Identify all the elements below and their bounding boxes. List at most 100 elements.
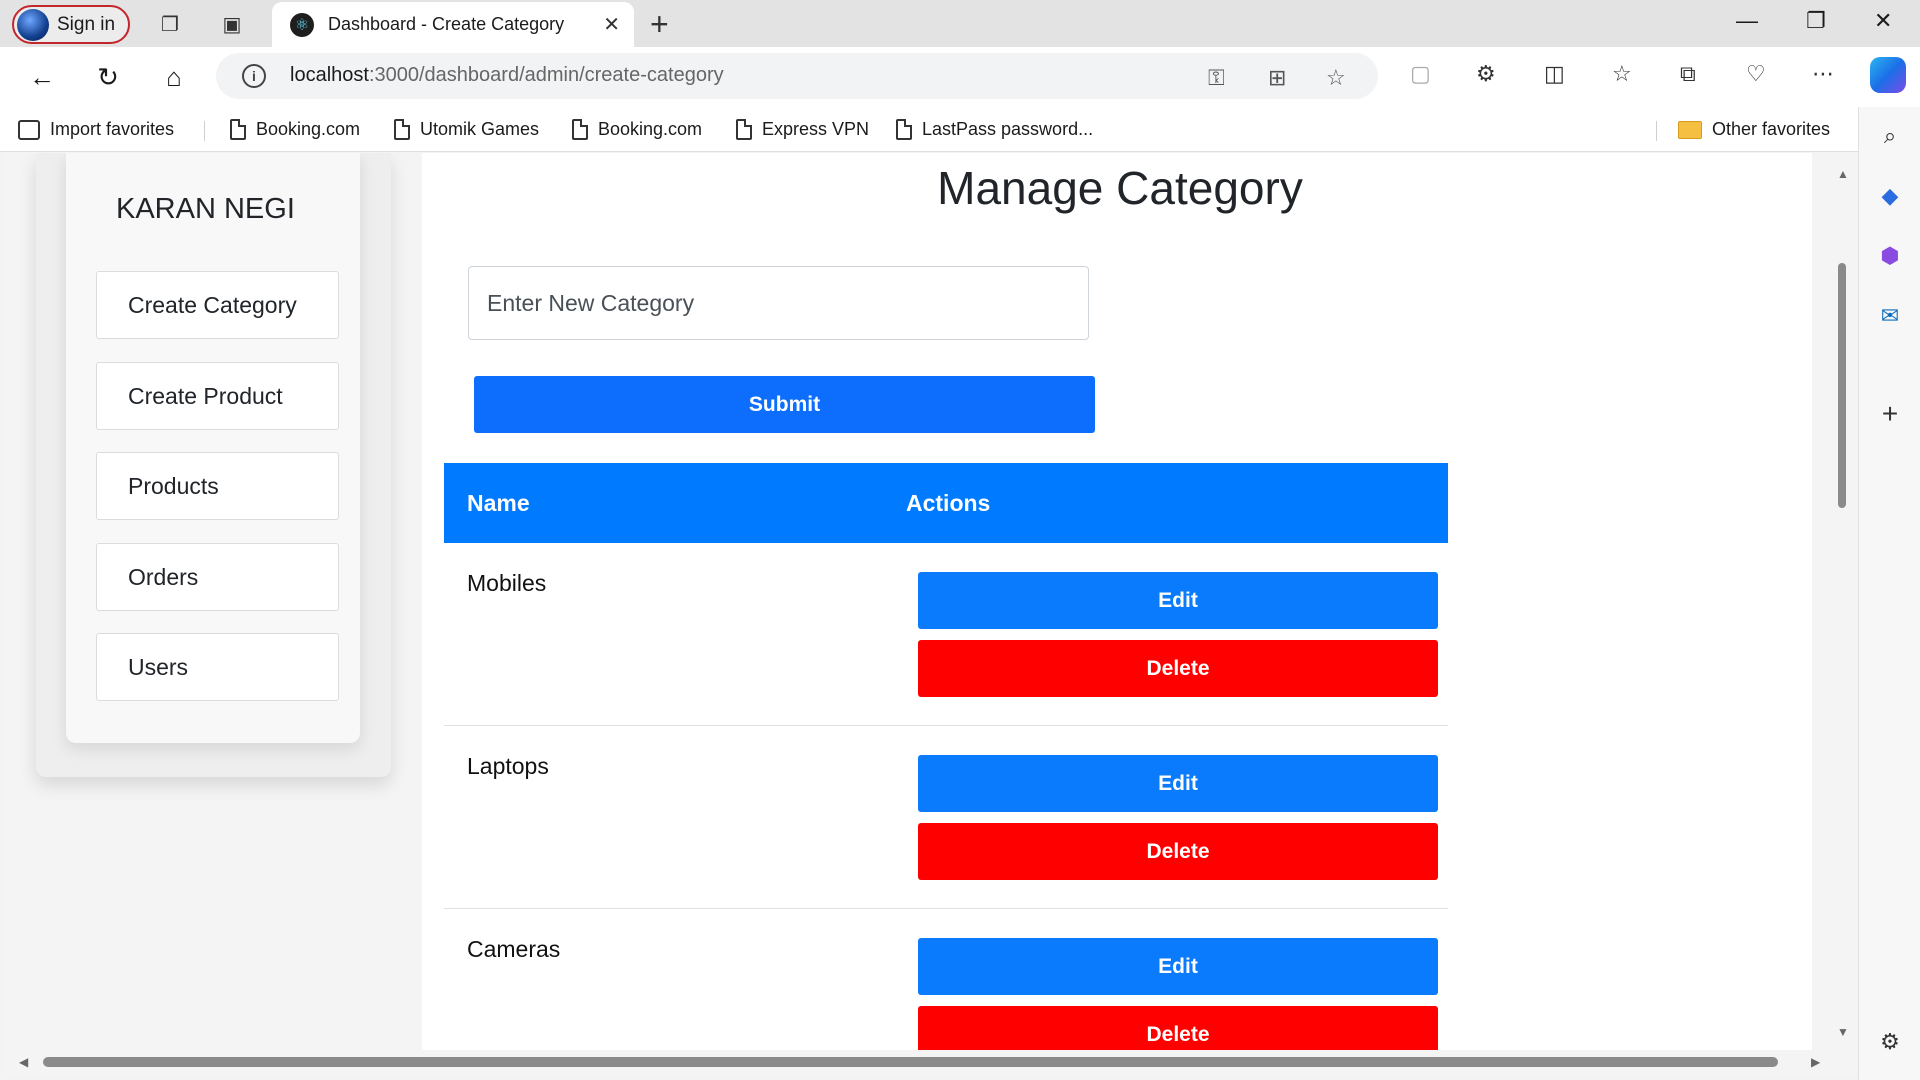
- extensions-icon[interactable]: ⚙: [1476, 61, 1496, 87]
- navigation-bar: ← ↻ ⌂ i localhost:3000/dashboard/admin/c…: [0, 47, 1920, 107]
- workspaces-icon[interactable]: ❐: [156, 10, 184, 38]
- refresh-icon[interactable]: ↻: [92, 61, 124, 93]
- address-bar[interactable]: i localhost:3000/dashboard/admin/create-…: [216, 53, 1378, 99]
- horizontal-scrollbar[interactable]: ◀ ▶: [5, 1050, 1858, 1074]
- sidebar-item-create-product[interactable]: Create Product: [96, 362, 339, 430]
- other-favorites[interactable]: Other favorites: [1678, 119, 1830, 140]
- favorite-label: Import favorites: [50, 119, 175, 139]
- favorite-label: Booking.com: [256, 119, 361, 139]
- sidebar-item-orders[interactable]: Orders: [96, 543, 339, 611]
- profile-avatar: [17, 8, 49, 41]
- favorite-import[interactable]: Import favorites: [18, 119, 174, 140]
- close-window-icon[interactable]: ✕: [1874, 8, 1892, 34]
- sidebar-item-products[interactable]: Products: [96, 452, 339, 520]
- category-name: Mobiles: [467, 570, 547, 596]
- horizontal-scroll-thumb[interactable]: [43, 1057, 1778, 1067]
- divider: [1656, 121, 1657, 141]
- scroll-down-arrow-icon[interactable]: ▼: [1837, 1025, 1849, 1039]
- category-name: Cameras: [467, 936, 561, 962]
- password-key-icon[interactable]: ⚿: [1208, 65, 1225, 91]
- table-row: Cameras Edit Delete: [444, 909, 1448, 1050]
- favorite-label: LastPass password...: [922, 119, 1094, 139]
- collections-icon[interactable]: ⧉: [1680, 61, 1696, 87]
- edit-button[interactable]: Edit: [918, 938, 1438, 995]
- edge-sidebar: ⌕ ◆ ⬢ ✉ + ⚙: [1858, 107, 1920, 1080]
- scroll-right-arrow-icon[interactable]: ▶: [1811, 1055, 1820, 1069]
- delete-button[interactable]: Delete: [918, 823, 1438, 880]
- url-path: :3000/dashboard/admin/create-category: [368, 64, 724, 86]
- tab-actions-icon[interactable]: ▣: [218, 10, 246, 38]
- favorite-utomik[interactable]: Utomik Games: [394, 119, 539, 140]
- other-favorites-label: Other favorites: [1712, 119, 1831, 139]
- favorite-lastpass[interactable]: LastPass password...: [896, 119, 1093, 140]
- admin-menu: KARAN NEGI Create Category Create Produc…: [66, 153, 360, 743]
- reading-icon[interactable]: ▢: [1410, 61, 1431, 87]
- table-row: Laptops Edit Delete: [444, 726, 1448, 909]
- folder-icon: [1678, 120, 1702, 139]
- page-icon: [736, 119, 752, 140]
- minimize-icon[interactable]: —: [1736, 8, 1758, 34]
- shopping-tag-icon[interactable]: ◆: [1875, 181, 1905, 211]
- favorite-label: Express VPN: [762, 119, 870, 139]
- m365-icon[interactable]: ⬢: [1875, 241, 1905, 271]
- page-viewport: KARAN NEGI Create Category Create Produc…: [5, 153, 1858, 1050]
- main-content: Manage Category Submit Name Actions Mobi…: [422, 153, 1812, 1050]
- tab-active[interactable]: ⚛ Dashboard - Create Category ✕: [272, 2, 634, 47]
- favorite-label: Utomik Games: [420, 119, 540, 139]
- tab-close-icon[interactable]: ✕: [603, 12, 620, 37]
- edit-button[interactable]: Edit: [918, 572, 1438, 629]
- edit-button[interactable]: Edit: [918, 755, 1438, 812]
- favorite-expressvpn[interactable]: Express VPN: [736, 119, 869, 140]
- back-icon[interactable]: ←: [26, 61, 58, 93]
- column-header-actions: Actions: [906, 490, 991, 516]
- delete-button[interactable]: Delete: [918, 1006, 1438, 1050]
- column-header-name: Name: [467, 490, 530, 516]
- tab-title: Dashboard - Create Category: [328, 14, 565, 34]
- outlook-icon[interactable]: ✉: [1875, 301, 1905, 331]
- split-screen-icon[interactable]: ◫: [1544, 61, 1565, 87]
- divider: [204, 121, 205, 141]
- page-icon: [230, 119, 246, 140]
- copilot-icon[interactable]: [1870, 57, 1906, 93]
- page-icon: [394, 119, 410, 140]
- favorites-icon[interactable]: ☆: [1612, 61, 1632, 87]
- user-name: KARAN NEGI: [116, 193, 295, 225]
- sidebar-item-users[interactable]: Users: [96, 633, 339, 701]
- favorite-booking-2[interactable]: Booking.com: [572, 119, 702, 140]
- signin-label: Sign in: [57, 13, 116, 35]
- add-sidebar-app-icon[interactable]: +: [1875, 398, 1905, 429]
- page-title: Manage Category: [937, 162, 1303, 214]
- restore-icon[interactable]: ❐: [1806, 8, 1826, 34]
- scroll-up-arrow-icon[interactable]: ▲: [1837, 167, 1849, 181]
- admin-sidebar: KARAN NEGI Create Category Create Produc…: [36, 153, 391, 777]
- page-icon: [896, 119, 912, 140]
- url-text[interactable]: localhost:3000/dashboard/admin/create-ca…: [290, 64, 724, 87]
- vertical-scroll-thumb[interactable]: [1838, 263, 1846, 508]
- table-row: Mobiles Edit Delete: [444, 543, 1448, 726]
- favorites-bar: Import favorites Booking.com Utomik Game…: [0, 107, 1920, 152]
- sidebar-settings-icon[interactable]: ⚙: [1875, 1027, 1905, 1057]
- page-icon: [572, 119, 588, 140]
- more-menu-icon[interactable]: ⋯: [1812, 61, 1834, 87]
- sidebar-item-create-category[interactable]: Create Category: [96, 271, 339, 339]
- submit-button[interactable]: Submit: [474, 376, 1095, 433]
- react-favicon-icon: ⚛: [290, 12, 314, 37]
- favorite-booking[interactable]: Booking.com: [230, 119, 360, 140]
- import-icon: [18, 119, 40, 140]
- tab-bar: Sign in ❐ ▣ ⚛ Dashboard - Create Categor…: [0, 0, 1920, 47]
- new-tab-icon[interactable]: +: [650, 6, 669, 43]
- apps-icon[interactable]: ⊞: [1268, 65, 1286, 91]
- site-info-icon[interactable]: i: [242, 64, 266, 88]
- profile-signin-button[interactable]: Sign in: [12, 5, 130, 44]
- favorite-label: Booking.com: [598, 119, 703, 139]
- home-icon[interactable]: ⌂: [158, 61, 190, 93]
- scroll-left-arrow-icon[interactable]: ◀: [19, 1055, 28, 1069]
- favorite-star-icon[interactable]: ☆: [1326, 65, 1346, 91]
- browser-essentials-icon[interactable]: ♡: [1746, 61, 1766, 87]
- vertical-scrollbar[interactable]: ▲ ▼: [1833, 153, 1853, 1050]
- search-icon[interactable]: ⌕: [1875, 121, 1905, 151]
- url-host: localhost: [290, 64, 369, 86]
- new-category-input[interactable]: [468, 266, 1089, 340]
- table-header: Name Actions: [444, 463, 1448, 543]
- delete-button[interactable]: Delete: [918, 640, 1438, 697]
